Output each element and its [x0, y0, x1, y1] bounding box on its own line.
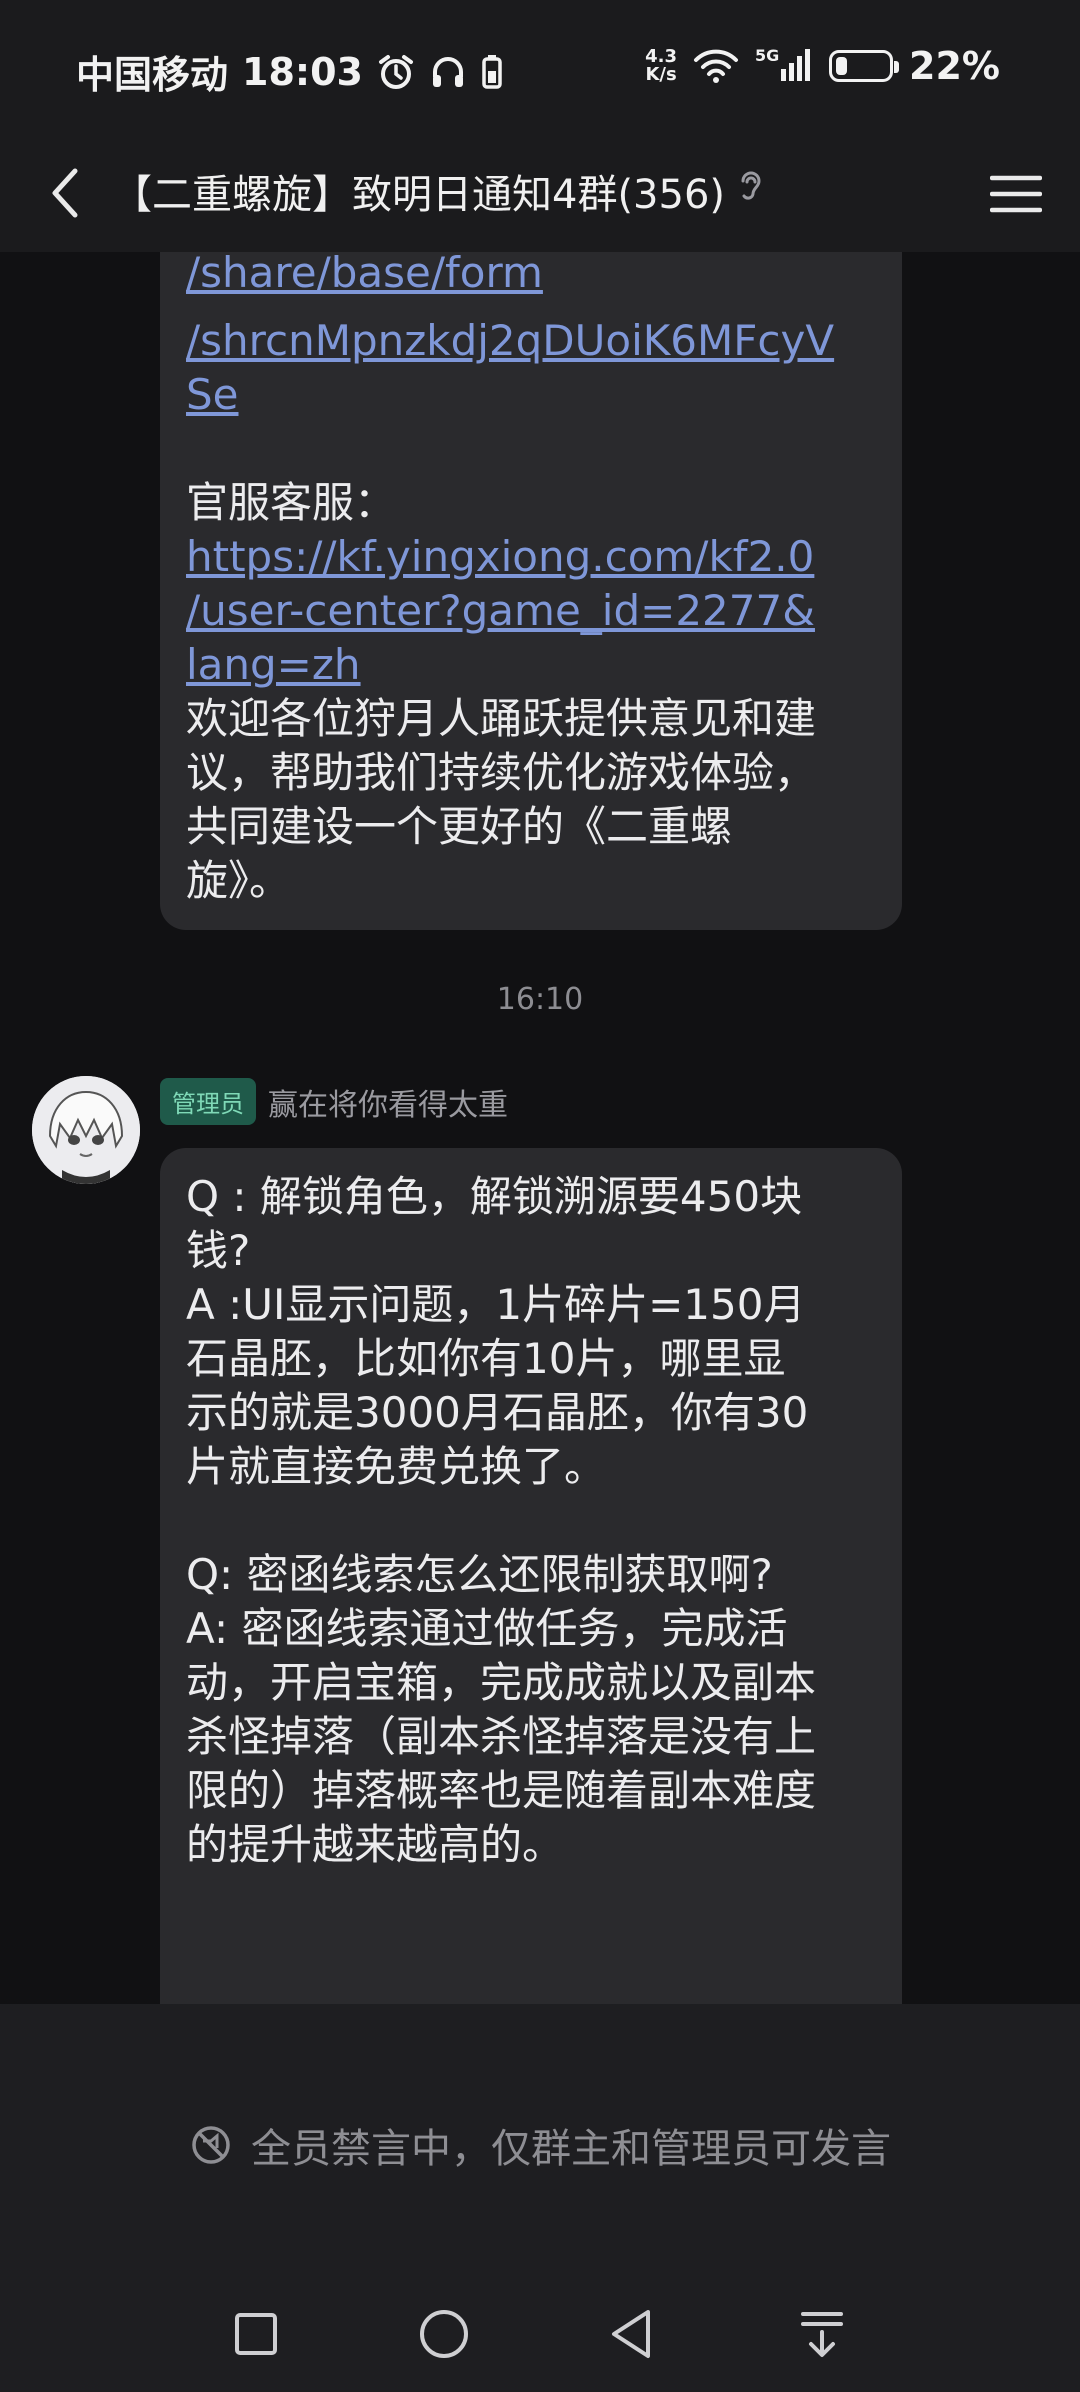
- message-text-line: 片就直接免费兑换了。: [186, 1442, 607, 1491]
- survey-link-line2[interactable]: Se: [186, 368, 878, 422]
- sender-name[interactable]: 赢在将你看得太重: [268, 1080, 508, 1124]
- status-left: 中国移动 18:03: [76, 44, 503, 99]
- headphones-icon: [429, 53, 467, 91]
- message-text-line: 限的）掉落概率也是随着副本难度: [186, 1766, 817, 1815]
- mute-notice-text: 全员禁言中，仅群主和管理员可发言: [251, 2126, 891, 2172]
- survey-link-line1[interactable]: /shrcnMpnzkdj2qDUoiK6MFcyV: [186, 314, 878, 368]
- system-back-button[interactable]: [602, 2304, 662, 2364]
- message-text-line: A :UI显示问题，1片碎片=150月: [186, 1280, 806, 1329]
- recents-button[interactable]: [226, 2304, 286, 2364]
- message-text-line: 石晶胚，比如你有10片，哪里显: [186, 1334, 786, 1383]
- service-link-line1[interactable]: https://kf.yingxiong.com/kf2.0: [186, 530, 878, 584]
- back-triangle-icon: [612, 2310, 650, 2358]
- message-text-line: Q : 解锁角色，解锁溯源要450块: [186, 1172, 803, 1221]
- sender-info: 管理员 赢在将你看得太重: [160, 1078, 508, 1125]
- timestamp: 16:10: [496, 982, 584, 1017]
- group-name: 【二重螺旋】致明日通知4群(356): [112, 172, 726, 218]
- message-text-line: 示的就是3000月石晶胚，你有30: [186, 1388, 809, 1437]
- message-text-line: 动，开启宝箱，完成成就以及副本: [186, 1658, 817, 1707]
- home-button[interactable]: [414, 2304, 474, 2364]
- mute-icon: [192, 2126, 230, 2164]
- status-bar: 中国移动 18:03 4.3 K/s 5G 22%: [0, 0, 1080, 136]
- message-text: 旋》。: [186, 856, 292, 905]
- menu-button[interactable]: [980, 160, 1052, 228]
- battery-icon: [829, 50, 900, 82]
- message-text: 议，帮助我们持续优化游戏体验，: [186, 748, 817, 797]
- role-badge: 管理员: [160, 1078, 256, 1125]
- home-circle-icon: [420, 2310, 468, 2358]
- message-text-line: A: 密函线索通过做任务，完成活: [186, 1604, 788, 1653]
- svg-text:5G: 5G: [755, 47, 779, 65]
- notification-down-icon: [801, 2312, 843, 2357]
- avatar[interactable]: [32, 1076, 140, 1184]
- message-text-line: 的提升越来越高的。: [186, 1820, 565, 1869]
- menu-icon: [990, 175, 1042, 213]
- message-text-line: 钱?: [186, 1226, 251, 1275]
- battery-percent: 22%: [909, 44, 1000, 88]
- network-speed-unit: K/s: [645, 64, 677, 85]
- service-link-line3[interactable]: lang=zh: [186, 638, 878, 692]
- back-button[interactable]: [30, 158, 100, 228]
- message-text: 共同建设一个更好的《二重螺: [186, 802, 733, 851]
- recents-square-icon: [235, 2313, 277, 2355]
- message-bubble[interactable]: Q : 解锁角色，解锁溯源要450块 钱? A :UI显示问题，1片碎片=150月石…: [160, 1148, 902, 2004]
- message-text-line: 杀怪掉落（副本杀怪掉落是没有上: [186, 1712, 817, 1761]
- message-text: 欢迎各位狩月人踊跃提供意见和建: [186, 694, 817, 743]
- chat-header: 【二重螺旋】致明日通知4群(356): [0, 136, 1080, 252]
- service-label: 官服客服：: [186, 478, 397, 527]
- message-blank-line: [186, 1494, 878, 1548]
- message-bubble[interactable]: /share/base/form /shrcnMpnzkdj2qDUoiK6MF…: [160, 252, 902, 930]
- battery-saver-icon: [481, 53, 503, 91]
- message-list[interactable]: /share/base/form /shrcnMpnzkdj2qDUoiK6MF…: [0, 252, 1080, 2004]
- carrier-name: 中国移动: [76, 53, 229, 97]
- network-speed: 4.3 K/s: [645, 48, 677, 84]
- message-text-block: Q : 解锁角色，解锁溯源要450块 钱? A :UI显示问题，1片碎片=150月石…: [186, 1170, 878, 1872]
- chat-title[interactable]: 【二重螺旋】致明日通知4群(356): [112, 162, 765, 220]
- alarm-icon: [377, 53, 415, 91]
- signal-icon: 5G: [755, 47, 813, 85]
- wifi-icon: [693, 47, 739, 85]
- survey-link-partial[interactable]: /share/base/form: [186, 252, 543, 300]
- ear-icon: [735, 167, 765, 215]
- avatar-image: [32, 1076, 140, 1184]
- status-right: 4.3 K/s 5G 22%: [645, 44, 1000, 88]
- clock-time: 18:03: [242, 49, 363, 94]
- notification-button[interactable]: [792, 2304, 852, 2364]
- mute-notice: 全员禁言中，仅群主和管理员可发言: [0, 2116, 1080, 2174]
- input-area: 全员禁言中，仅群主和管理员可发言: [0, 2004, 1080, 2392]
- battery-fill: [836, 57, 848, 75]
- system-navigation: [0, 2294, 1080, 2374]
- message-text-line: Q: 密函线索怎么还限制获取啊?: [186, 1550, 773, 1599]
- service-link-line2[interactable]: /user-center?game_id=2277&: [186, 584, 878, 638]
- back-icon: [52, 168, 78, 218]
